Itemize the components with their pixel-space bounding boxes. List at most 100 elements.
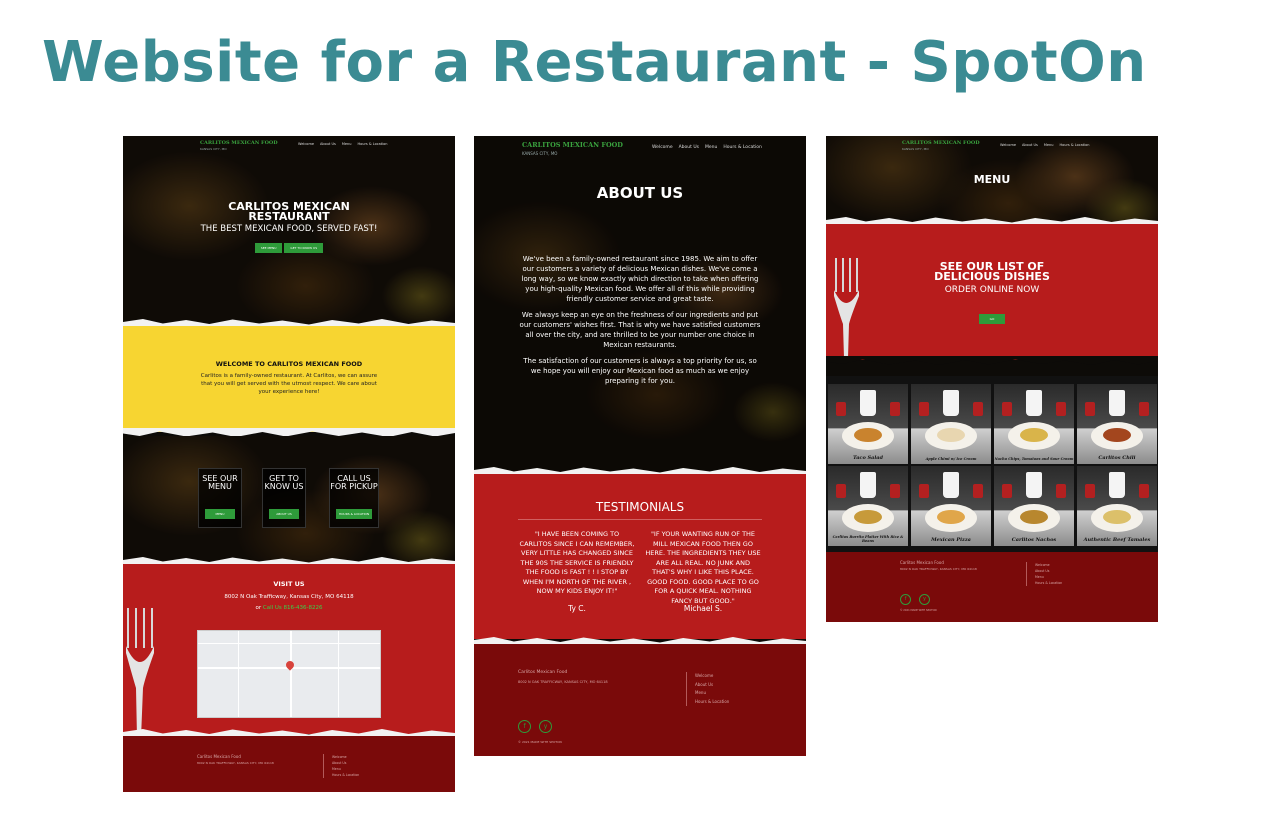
visit-section: VISIT US 8002 N Oak Trafficway, Kansas C… [123, 564, 455, 738]
nav-links: Welcome About Us Menu Hours & Location [298, 142, 388, 146]
footer-link-hours[interactable]: Hours & Location [1035, 580, 1062, 586]
about-title: ABOUT US [596, 184, 684, 202]
facebook-icon[interactable]: f [518, 720, 531, 733]
footer-links: Welcome About Us Menu Hours & Location [1026, 562, 1062, 586]
testimonials-title: TESTIMONIALS [595, 500, 685, 514]
footer-copyright: © 2021 MADE WITH SPOTON [900, 609, 937, 612]
nav-links: Welcome About Us Menu Hours & Location [1000, 143, 1090, 147]
dish-caption: Carlitos Nachos [1011, 537, 1057, 543]
about-paragraph-2: We always keep an eye on the freshness o… [519, 311, 761, 349]
nav-menu[interactable]: Menu [1044, 143, 1054, 147]
footer-link-menu[interactable]: Menu [695, 689, 729, 698]
dish-card[interactable]: Mexican Pizza [911, 466, 991, 546]
call-us-link[interactable]: Call Us 816-436-8226 [263, 605, 323, 611]
menu-title: MENU [973, 173, 1011, 186]
menu-promo-section: SEE OUR LIST OF DELICIOUS DISHES ORDER O… [826, 224, 1158, 360]
brand-logo[interactable]: CARLITOS MEXICAN FOOD [522, 141, 623, 149]
nav-welcome[interactable]: Welcome [298, 142, 314, 146]
dish-card[interactable]: Carlitos Nachos [994, 466, 1074, 546]
dish-caption: Carlitos Burrito Platter With Rice & Bea… [832, 535, 904, 543]
footer-link-hours[interactable]: Hours & Location [695, 698, 729, 707]
tile-menu-button[interactable]: MENU [205, 509, 235, 519]
site-nav: CARLITOS MEXICAN FOOD KANSAS CITY, MO We… [474, 136, 806, 158]
footer-address: 8002 N OAK TRAFFICWAY, KANSAS CITY, MO 6… [900, 567, 977, 571]
about-page-mockup: CARLITOS MEXICAN FOOD KANSAS CITY, MO We… [474, 136, 806, 756]
nav-hours[interactable]: Hours & Location [1060, 143, 1090, 147]
welcome-body: Carlitos is a family-owned restaurant. A… [200, 373, 378, 395]
brand-logo[interactable]: CARLITOS MEXICAN FOOD [200, 140, 278, 146]
menu-page-mockup: CARLITOS MEXICAN FOOD KANSAS CITY, MO We… [826, 136, 1158, 622]
footer-link-hours[interactable]: Hours & Location [332, 772, 359, 778]
dish-caption: Carlitos Chili [1098, 455, 1136, 461]
fork-icon [126, 608, 154, 738]
footer-links: Welcome About Us Menu Hours & Location [323, 754, 359, 778]
hero-subtitle: THE BEST MEXICAN FOOD, SERVED FAST! [200, 224, 378, 234]
location-map[interactable] [197, 630, 381, 718]
welcome-section: WELCOME TO CARLITOS MEXICAN FOOD Carlito… [123, 326, 455, 432]
about-body: We've been a family-owned restaurant sin… [474, 254, 806, 386]
visit-or: or [255, 605, 262, 611]
see-menu-button[interactable]: SEE MENU [254, 243, 283, 253]
site-footer: Carlitos Mexican Food 8002 N OAK TRAFFIC… [826, 552, 1158, 622]
yelp-icon[interactable]: y [919, 594, 930, 605]
hero-title: CARLITOS MEXICAN RESTAURANT [228, 200, 350, 223]
nav-welcome[interactable]: Welcome [652, 145, 673, 150]
footer-name: Carlitos Mexican Food [197, 754, 241, 759]
footer-link-about[interactable]: About Us [695, 681, 729, 690]
nav-about[interactable]: About Us [1022, 143, 1038, 147]
site-nav: CARLITOS MEXICAN FOOD KANSAS CITY, MO We… [826, 136, 1158, 158]
dish-caption: Authentic Beef Tamales [1083, 537, 1151, 543]
home-page-mockup: CARLITOS MEXICAN FOOD KANSAS CITY, MO We… [123, 136, 455, 792]
order-go-button[interactable]: GO [978, 314, 1006, 324]
testimonials-section: TESTIMONIALS "I have been coming to Carl… [474, 474, 806, 639]
footer-name: Carlitos Mexican Food [518, 670, 568, 675]
testimonial-1-quote: "I have been coming to Carlitos since I … [519, 530, 635, 595]
visit-address: 8002 N Oak Trafficway, Kansas City, MO 6… [224, 594, 354, 600]
dish-card[interactable]: Taco Salad [828, 384, 908, 464]
dish-card[interactable]: Nacho Chips, Tomatoes and Sour Cream [994, 384, 1074, 464]
fork-icon [834, 258, 859, 358]
social-icons: f y [518, 720, 552, 733]
dish-card[interactable]: Apple Chimi w/ Ice Cream [911, 384, 991, 464]
visit-title: VISIT US [273, 580, 305, 588]
nav-about[interactable]: About Us [320, 142, 336, 146]
hero-content: CARLITOS MEXICAN RESTAURANT THE BEST MEX… [123, 200, 455, 253]
dish-grid: Taco Salad Apple Chimi w/ Ice Cream Nach… [826, 376, 1158, 556]
promo-title: SEE OUR LIST OF DELICIOUS DISHES [934, 260, 1050, 283]
footer-address: 8002 N OAK TRAFFICWAY, KANSAS CITY, MO 6… [518, 680, 608, 684]
about-paragraph-1: We've been a family-owned restaurant sin… [521, 255, 759, 303]
get-to-know-us-button[interactable]: GET TO KNOW US [284, 243, 324, 253]
nav-hours[interactable]: Hours & Location [358, 142, 388, 146]
dish-card[interactable]: Authentic Beef Tamales [1077, 466, 1157, 546]
nav-links: Welcome About Us Menu Hours & Location [652, 145, 762, 150]
testimonial-2-name: Michael S. [683, 604, 723, 613]
nav-menu[interactable]: Menu [342, 142, 352, 146]
nav-hours[interactable]: Hours & Location [723, 145, 762, 150]
promo-subtitle: ORDER ONLINE NOW [944, 285, 1040, 295]
brand-subtitle: KANSAS CITY, MO [902, 147, 929, 151]
dish-card[interactable]: Carlitos Burrito Platter With Rice & Bea… [828, 466, 908, 546]
dish-card[interactable]: Carlitos Chili [1077, 384, 1157, 464]
nav-welcome[interactable]: Welcome [1000, 143, 1016, 147]
nav-menu[interactable]: Menu [705, 145, 717, 150]
site-footer: Carlitos Mexican Food 8002 N OAK TRAFFIC… [123, 736, 455, 792]
page-title: Website for a Restaurant - SpotOn [42, 30, 1147, 95]
tile-pickup-button[interactable]: HOURS & LOCATION [336, 509, 372, 519]
tile-about-button[interactable]: ABOUT US [269, 509, 299, 519]
dish-caption: Nacho Chips, Tomatoes and Sour Cream [994, 457, 1074, 461]
footer-name: Carlitos Mexican Food [900, 560, 944, 565]
facebook-icon[interactable]: f [900, 594, 911, 605]
brand-subtitle: KANSAS CITY, MO [200, 147, 227, 151]
testimonial-1-name: Ty C. [568, 604, 586, 613]
footer-link-welcome[interactable]: Welcome [695, 672, 729, 681]
about-paragraph-3: The satisfaction of our customers is alw… [523, 357, 757, 385]
yelp-icon[interactable]: y [539, 720, 552, 733]
nav-about[interactable]: About Us [679, 145, 699, 150]
social-icons: f y [900, 594, 930, 605]
footer-links: Welcome About Us Menu Hours & Location [686, 672, 729, 706]
tile-menu: SEE OUR MENU MENU [198, 468, 242, 528]
brand-subtitle: KANSAS CITY, MO [522, 151, 558, 156]
brand-logo[interactable]: CARLITOS MEXICAN FOOD [902, 140, 980, 146]
tile-pickup: CALL US FOR PICKUP HOURS & LOCATION [329, 468, 379, 528]
tile-menu-title: SEE OUR MENU [202, 474, 238, 491]
